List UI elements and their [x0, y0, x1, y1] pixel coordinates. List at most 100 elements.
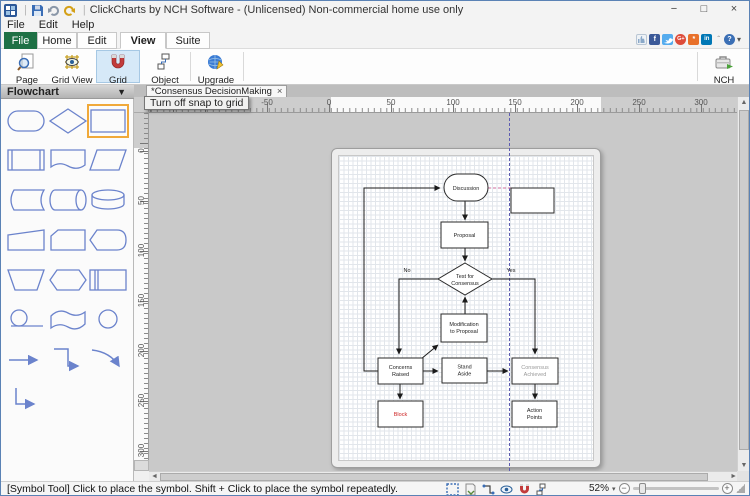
tab-home[interactable]: Home — [37, 32, 77, 49]
palette-shape-direct-access[interactable] — [47, 184, 89, 216]
social-links: f G+ * in ˆ ? ▾ — [636, 34, 741, 45]
palette-shape-manual-input[interactable] — [5, 264, 47, 296]
node-block[interactable]: Block — [378, 401, 423, 427]
palette-shape-decision[interactable] — [47, 105, 89, 137]
minimize-button[interactable]: − — [659, 1, 689, 19]
zoom-level[interactable]: 52% — [589, 483, 609, 494]
object-snap-button[interactable]: Object Snap — [142, 50, 188, 83]
help-icon[interactable]: ? — [724, 34, 735, 45]
svg-text:Consensus: Consensus — [451, 281, 479, 287]
close-button[interactable]: × — [719, 1, 749, 19]
node-concerns-raised[interactable]: Concerns Raised — [378, 358, 423, 384]
palette-shape-process[interactable] — [87, 105, 129, 137]
linkedin-icon[interactable]: in — [701, 34, 712, 45]
share-icon[interactable]: * — [688, 34, 699, 45]
svg-text:Modification: Modification — [449, 322, 478, 328]
zoom-slider-handle[interactable] — [639, 483, 646, 494]
palette-shape-manual-operation[interactable] — [5, 224, 47, 256]
googleplus-icon[interactable]: G+ — [675, 34, 686, 45]
palette-shape-connector[interactable] — [87, 304, 129, 336]
status-message: [Symbol Tool] Click to place the symbol.… — [7, 483, 398, 495]
node-consensus-achieved[interactable]: Consensus Achieved — [512, 358, 558, 384]
scroll-up-icon[interactable]: ▲ — [738, 99, 750, 106]
menu-edit[interactable]: Edit — [39, 19, 66, 32]
menu-file[interactable]: File — [7, 19, 33, 32]
palette-shape-flag[interactable] — [47, 304, 89, 336]
grid-view-button[interactable]: Grid View — [50, 50, 94, 83]
palette-shape-display[interactable] — [87, 224, 129, 256]
scrollbar-corner — [737, 471, 749, 481]
palette-shape-elbow-arrow-down[interactable] — [5, 384, 47, 416]
horizontal-scrollbar[interactable]: ◄ ► — [149, 471, 739, 481]
palette-shape-preparation[interactable] — [47, 264, 89, 296]
export-icon[interactable] — [464, 483, 477, 496]
node-stand-aside[interactable]: Stand Aside — [442, 358, 487, 383]
tab-suite[interactable]: Suite — [166, 32, 210, 49]
horizontal-scrollbar-thumb[interactable] — [160, 473, 708, 481]
zoom-slider[interactable] — [633, 487, 719, 490]
palette-shape-card[interactable] — [47, 224, 89, 256]
shape-palette: Flowchart ▼ — [1, 85, 134, 481]
palette-shape-data[interactable] — [87, 144, 129, 176]
redo-icon[interactable] — [63, 4, 76, 17]
tab-view[interactable]: View — [120, 32, 166, 49]
node-proposal[interactable]: Proposal — [441, 222, 488, 248]
page-navigation-button[interactable] — [134, 460, 149, 471]
nch-suite-button[interactable]: NCH Suite — [701, 50, 747, 83]
page-view-button[interactable]: Page View — [5, 50, 49, 83]
svg-text:Proposal: Proposal — [454, 233, 476, 239]
node-new-shape[interactable] — [511, 188, 554, 213]
zoom-out-button[interactable]: − — [619, 483, 630, 494]
menu-help[interactable]: Help — [72, 19, 103, 32]
divider: | — [24, 4, 27, 16]
twitter-icon[interactable] — [662, 34, 673, 45]
tab-edit[interactable]: Edit — [77, 32, 117, 49]
palette-shape-curved-arrow[interactable] — [87, 344, 129, 376]
palette-shape-predefined-process[interactable] — [5, 144, 47, 176]
scroll-left-icon[interactable]: ◄ — [151, 473, 158, 480]
vertical-scrollbar-thumb[interactable] — [739, 110, 749, 450]
svg-text:Concerns: Concerns — [389, 365, 413, 371]
edge-yes-branch — [492, 279, 535, 354]
page-view-icon — [17, 53, 37, 71]
zoom-controls: 52% ▾ − + — [589, 482, 745, 495]
collapse-icon[interactable]: ˆ — [717, 35, 720, 44]
palette-shape-document[interactable] — [47, 144, 89, 176]
zoom-dropdown-icon[interactable]: ▾ — [612, 485, 616, 493]
node-action-points[interactable]: Action Points — [512, 401, 557, 427]
object-snap-icon[interactable] — [536, 483, 549, 496]
close-tab-icon[interactable]: × — [277, 86, 283, 97]
resize-grip[interactable] — [736, 484, 745, 493]
maximize-button[interactable]: □ — [689, 1, 719, 19]
palette-shape-arrow[interactable] — [5, 344, 47, 376]
like-icon[interactable] — [636, 34, 647, 45]
node-discussion[interactable]: Discussion — [444, 174, 488, 201]
palette-shape-stored-data[interactable] — [5, 184, 47, 216]
scroll-right-icon[interactable]: ► — [730, 473, 737, 480]
grid-view-icon[interactable] — [500, 483, 513, 496]
scroll-down-icon[interactable]: ▼ — [738, 462, 750, 469]
select-tool-icon[interactable] — [446, 483, 459, 496]
palette-shape-delay[interactable] — [5, 304, 47, 336]
edge-concerns-modification — [421, 345, 438, 359]
grid-snap-button[interactable]: Grid Snap — [96, 50, 140, 83]
vertical-scrollbar[interactable]: ▲ ▼ — [737, 97, 749, 471]
facebook-icon[interactable]: f — [649, 34, 660, 45]
zoom-in-button[interactable]: + — [722, 483, 733, 494]
drawing-canvas[interactable]: Discussion Proposal Test for Consensus M… — [149, 113, 739, 471]
dropdown-icon[interactable]: ▾ — [737, 35, 741, 44]
undo-icon[interactable] — [47, 4, 60, 17]
palette-shape-database[interactable] — [87, 184, 129, 216]
tab-file[interactable]: File — [4, 32, 37, 49]
palette-category-dropdown[interactable]: Flowchart ▼ — [1, 85, 134, 99]
node-modification-to-proposal[interactable]: Modification to Proposal — [441, 314, 487, 342]
connector-tool-icon[interactable] — [482, 483, 495, 496]
palette-shape-terminator[interactable] — [5, 105, 47, 137]
grid-snap-icon[interactable] — [518, 483, 531, 496]
palette-shape-elbow-arrow[interactable] — [47, 344, 89, 376]
upgrade-button[interactable]: Upgrade — [193, 50, 239, 83]
node-test-for-consensus[interactable]: Test for Consensus — [438, 263, 492, 295]
svg-text:Points: Points — [527, 415, 543, 421]
save-icon[interactable] — [31, 4, 44, 17]
palette-shape-internal-storage[interactable] — [87, 264, 129, 296]
